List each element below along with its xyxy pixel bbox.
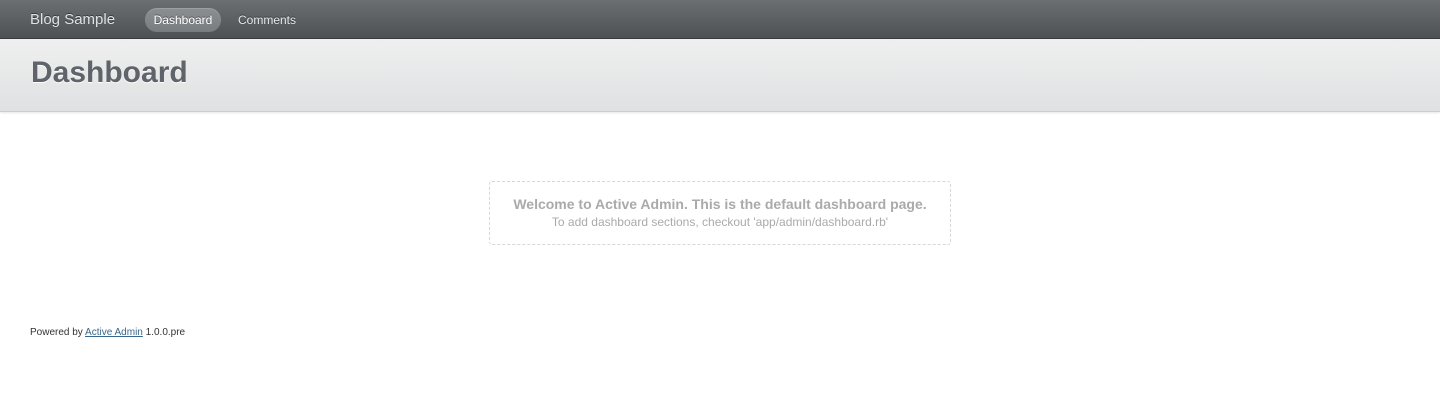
blank-slate-panel: Welcome to Active Admin. This is the def… — [489, 181, 951, 245]
footer-prefix: Powered by — [30, 327, 83, 338]
header-bar: Blog Sample Dashboard Comments — [0, 0, 1440, 39]
tab-dashboard[interactable]: Dashboard — [145, 8, 221, 32]
blank-slate-subtext: To add dashboard sections, checkout 'app… — [551, 215, 889, 229]
site-title-link[interactable]: Blog Sample — [30, 11, 115, 28]
tab-comments[interactable]: Comments — [238, 8, 296, 32]
page-title: Dashboard — [31, 56, 188, 89]
footer-version: 1.0.0.pre — [145, 327, 186, 338]
footer: Powered by Active Admin 1.0.0.pre — [30, 327, 185, 338]
blank-slate-heading: Welcome to Active Admin. This is the def… — [513, 196, 927, 212]
active-admin-link[interactable]: Active Admin — [85, 327, 143, 338]
title-bar: Dashboard — [0, 39, 1440, 112]
